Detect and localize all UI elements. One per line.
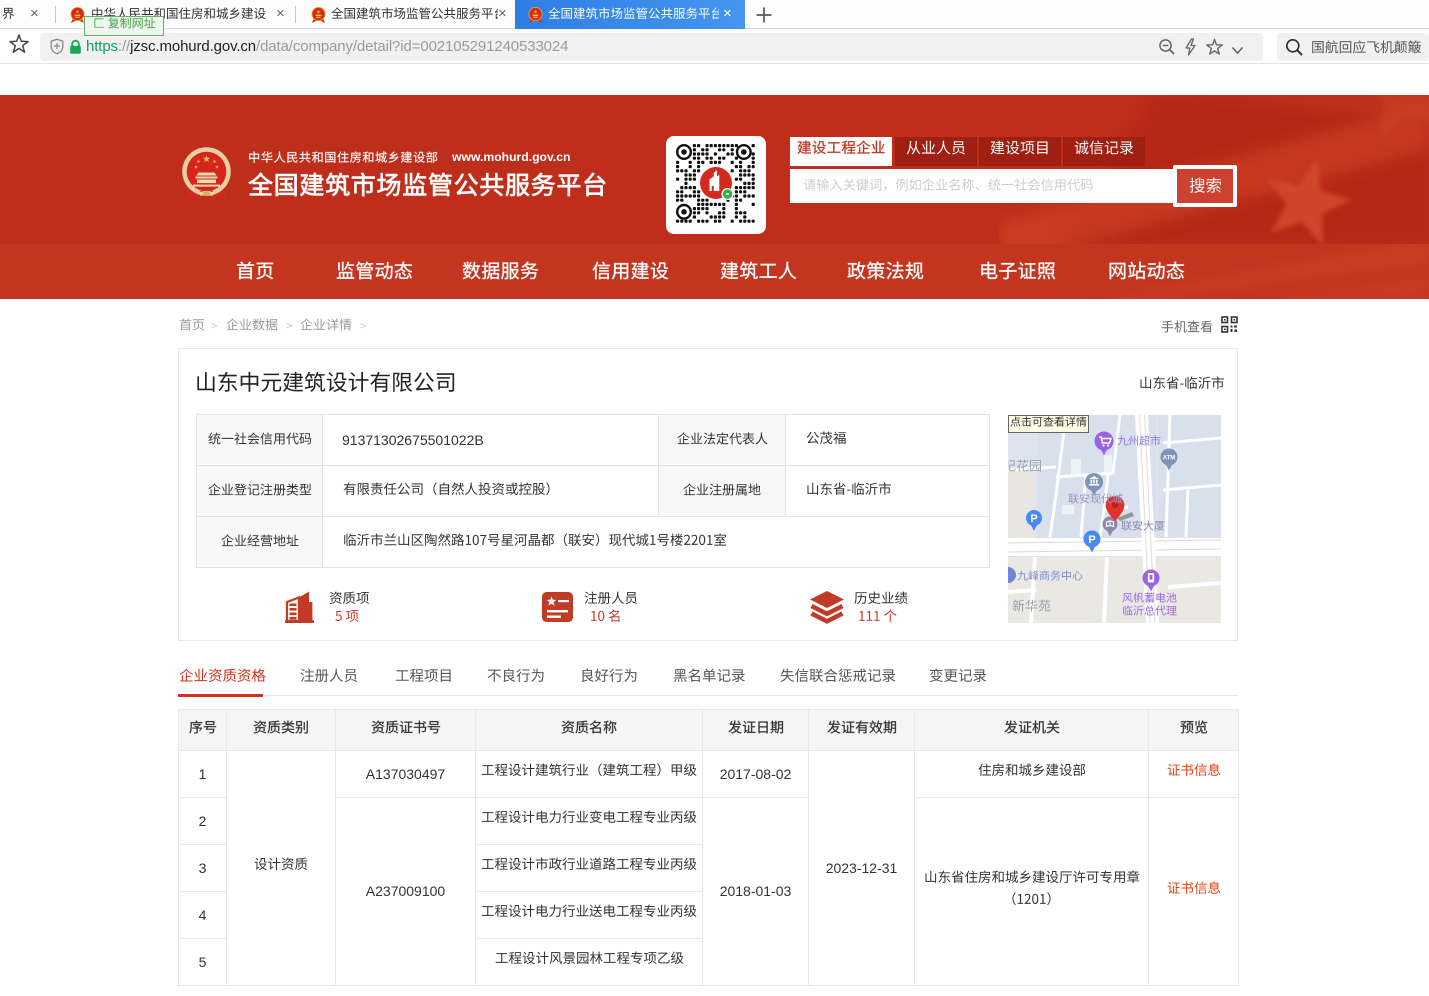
svg-text:ATM: ATM (1163, 456, 1176, 462)
svg-text:P: P (1030, 513, 1037, 525)
svg-text:P: P (1088, 534, 1095, 546)
